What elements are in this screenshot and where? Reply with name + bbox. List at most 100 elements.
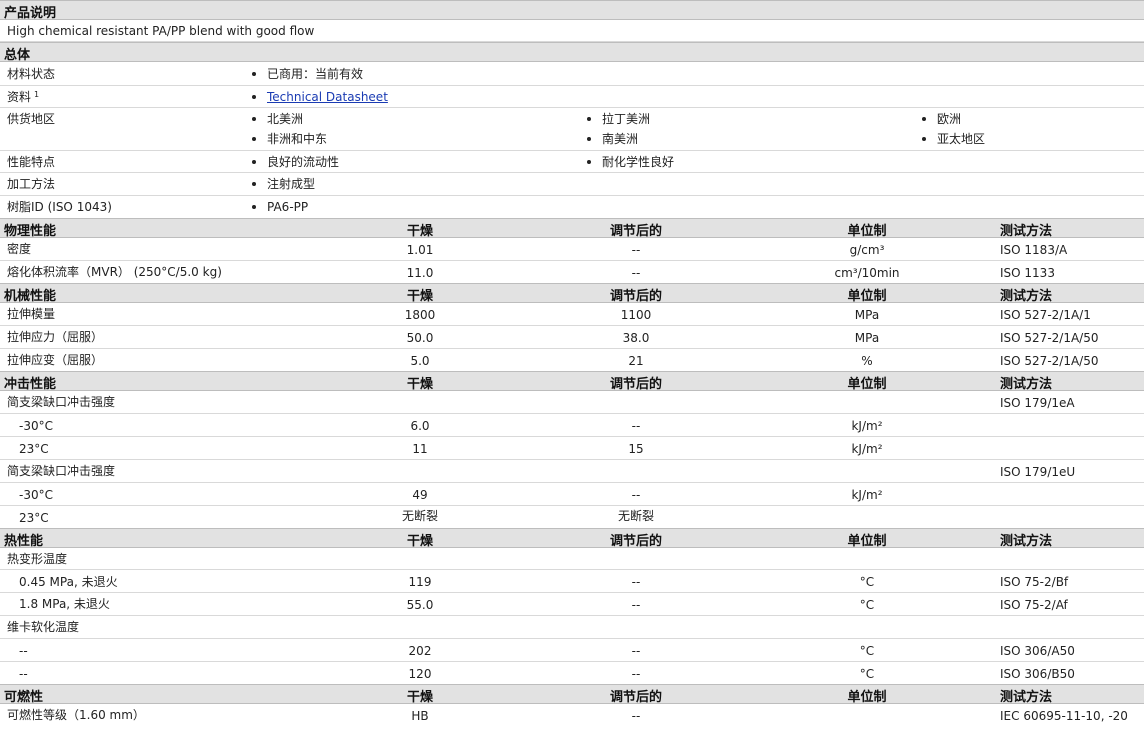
method-value: ISO 306/A50 xyxy=(1000,644,1075,658)
conditioned-value: -- xyxy=(631,598,641,612)
bullet-icon xyxy=(252,117,256,121)
footnote-marker: 1 xyxy=(34,90,40,99)
section-title: 产品说明 xyxy=(4,6,57,21)
table-row: 拉伸应力（屈服） 50.0 38.0 MPa ISO 527-2/1A/50 xyxy=(0,326,1144,349)
table-row: 拉伸应变（屈服） 5.0 21 % ISO 527-2/1A/50 xyxy=(0,349,1144,371)
conditioned-value: -- xyxy=(631,266,641,280)
table-group-row: 简支梁缺口冲击强度 ISO 179/1eA xyxy=(0,391,1144,414)
conditioned-value: -- xyxy=(631,419,641,433)
row-label: 0.45 MPa, 未退火 xyxy=(19,575,118,589)
conditioned-value: -- xyxy=(631,575,641,589)
section-header-thermal: 热性能 干燥 调节后的 单位制 测试方法 xyxy=(0,528,1144,549)
row-label: 23°C xyxy=(19,442,49,456)
column-conditioned: 调节后的 xyxy=(609,534,663,549)
dry-value: 202 xyxy=(408,644,432,658)
feature-item: 耐化学性良好 xyxy=(602,155,675,169)
group-label: 简支梁缺口冲击强度 xyxy=(7,395,116,409)
column-method: 测试方法 xyxy=(1000,690,1053,705)
table-row: 23°C 11 15 kJ/m² xyxy=(0,437,1144,460)
row-label: 密度 xyxy=(7,242,32,256)
datasheet: 产品说明 High chemical resistant PA/PP blend… xyxy=(0,0,1144,726)
conditioned-value: 38.0 xyxy=(622,331,650,345)
method-value: ISO 527-2/1A/50 xyxy=(1000,331,1099,345)
conditioned-value: 21 xyxy=(628,354,644,368)
group-label: 维卡软化温度 xyxy=(7,620,80,634)
row-label: 1.8 MPa, 未退火 xyxy=(19,597,110,611)
general-row-resin-id: 树脂ID (ISO 1043) PA6-PP xyxy=(0,196,1144,218)
column-dry: 干燥 xyxy=(406,690,434,705)
bullet-icon xyxy=(922,137,926,141)
row-label: 拉伸应变（屈服） xyxy=(7,353,104,367)
technical-datasheet-link[interactable]: Technical Datasheet xyxy=(267,89,388,105)
dry-value: 120 xyxy=(408,667,432,681)
conditioned-value: 1100 xyxy=(620,308,652,322)
row-value: PA6-PP xyxy=(267,200,309,214)
column-unit: 单位制 xyxy=(847,377,887,392)
general-row-features: 性能特点 良好的流动性 耐化学性良好 xyxy=(0,151,1144,173)
method-value: ISO 527-2/1A/50 xyxy=(1000,354,1099,368)
conditioned-value: -- xyxy=(631,488,641,502)
row-label: -- xyxy=(19,644,28,658)
section-header-mechanical: 机械性能 干燥 调节后的 单位制 测试方法 xyxy=(0,283,1144,304)
bullet-icon xyxy=(587,160,591,164)
general-row-status: 材料状态 已商用：当前有效 xyxy=(0,62,1144,86)
section-title: 冲击性能 xyxy=(4,377,57,392)
table-group-row: 维卡软化温度 xyxy=(0,616,1144,639)
bullet-icon xyxy=(587,137,591,141)
bullet-icon xyxy=(252,95,256,99)
conditioned-value: -- xyxy=(631,709,641,723)
method-value: ISO 75-2/Af xyxy=(1000,598,1068,612)
unit-value: °C xyxy=(859,644,875,658)
group-label: 简支梁缺口冲击强度 xyxy=(7,464,116,478)
section-header-impact: 冲击性能 干燥 调节后的 单位制 测试方法 xyxy=(0,371,1144,392)
conditioned-value: 15 xyxy=(628,442,644,456)
dry-value: 55.0 xyxy=(406,598,434,612)
row-label: -30°C xyxy=(19,488,53,502)
general-row-processing: 加工方法 注射成型 xyxy=(0,173,1144,196)
conditioned-value: 无断裂 xyxy=(617,509,655,523)
description-text: High chemical resistant PA/PP blend with… xyxy=(7,24,315,38)
row-label: 可燃性等级（1.60 mm） xyxy=(7,708,145,722)
table-row: -- 120 -- °C ISO 306/B50 xyxy=(0,662,1144,684)
row-value: 已商用：当前有效 xyxy=(267,67,364,81)
dry-value: 11 xyxy=(412,442,428,456)
column-dry: 干燥 xyxy=(406,289,434,304)
table-row: -30°C 6.0 -- kJ/m² xyxy=(0,414,1144,437)
table-row: 23°C 无断裂 无断裂 xyxy=(0,506,1144,528)
unit-value: % xyxy=(861,354,873,368)
feature-item: 良好的流动性 xyxy=(267,155,340,169)
bullet-icon xyxy=(252,182,256,186)
conditioned-value: -- xyxy=(631,243,641,257)
unit-value: °C xyxy=(859,598,875,612)
dry-value: 49 xyxy=(412,488,428,502)
bullet-icon xyxy=(252,137,256,141)
dry-value: 1.01 xyxy=(406,243,434,257)
row-label: 树脂ID (ISO 1043) xyxy=(7,200,112,214)
bullet-icon xyxy=(252,205,256,209)
region-item: 南美洲 xyxy=(602,132,639,146)
column-dry: 干燥 xyxy=(406,224,434,239)
column-method: 测试方法 xyxy=(1000,377,1053,392)
dry-value: 119 xyxy=(408,575,432,589)
column-conditioned: 调节后的 xyxy=(609,377,663,392)
column-unit: 单位制 xyxy=(847,289,887,304)
unit-value: g/cm³ xyxy=(849,243,885,257)
dry-value: 无断裂 xyxy=(401,509,439,523)
row-label: -- xyxy=(19,667,28,681)
conditioned-value: -- xyxy=(631,667,641,681)
section-header-product-description: 产品说明 xyxy=(0,0,1144,21)
column-unit: 单位制 xyxy=(847,534,887,549)
section-title: 可燃性 xyxy=(4,690,44,705)
row-label: 材料状态 xyxy=(7,67,56,81)
general-row-documents: 资料 1 Technical Datasheet xyxy=(0,86,1144,108)
method-value: ISO 306/B50 xyxy=(1000,667,1075,681)
row-value: 注射成型 xyxy=(267,177,316,191)
row-label: 23°C xyxy=(19,511,49,525)
row-label: 资料 1 xyxy=(7,90,40,104)
column-dry: 干燥 xyxy=(406,534,434,549)
region-item: 欧洲 xyxy=(937,112,962,126)
table-row: 熔化体积流率（MVR） (250°C/5.0 kg) 11.0 -- cm³/1… xyxy=(0,261,1144,283)
section-header-flammability: 可燃性 干燥 调节后的 单位制 测试方法 xyxy=(0,684,1144,705)
group-label: 热变形温度 xyxy=(7,552,68,566)
table-row: 拉伸模量 1800 1100 MPa ISO 527-2/1A/1 xyxy=(0,303,1144,326)
